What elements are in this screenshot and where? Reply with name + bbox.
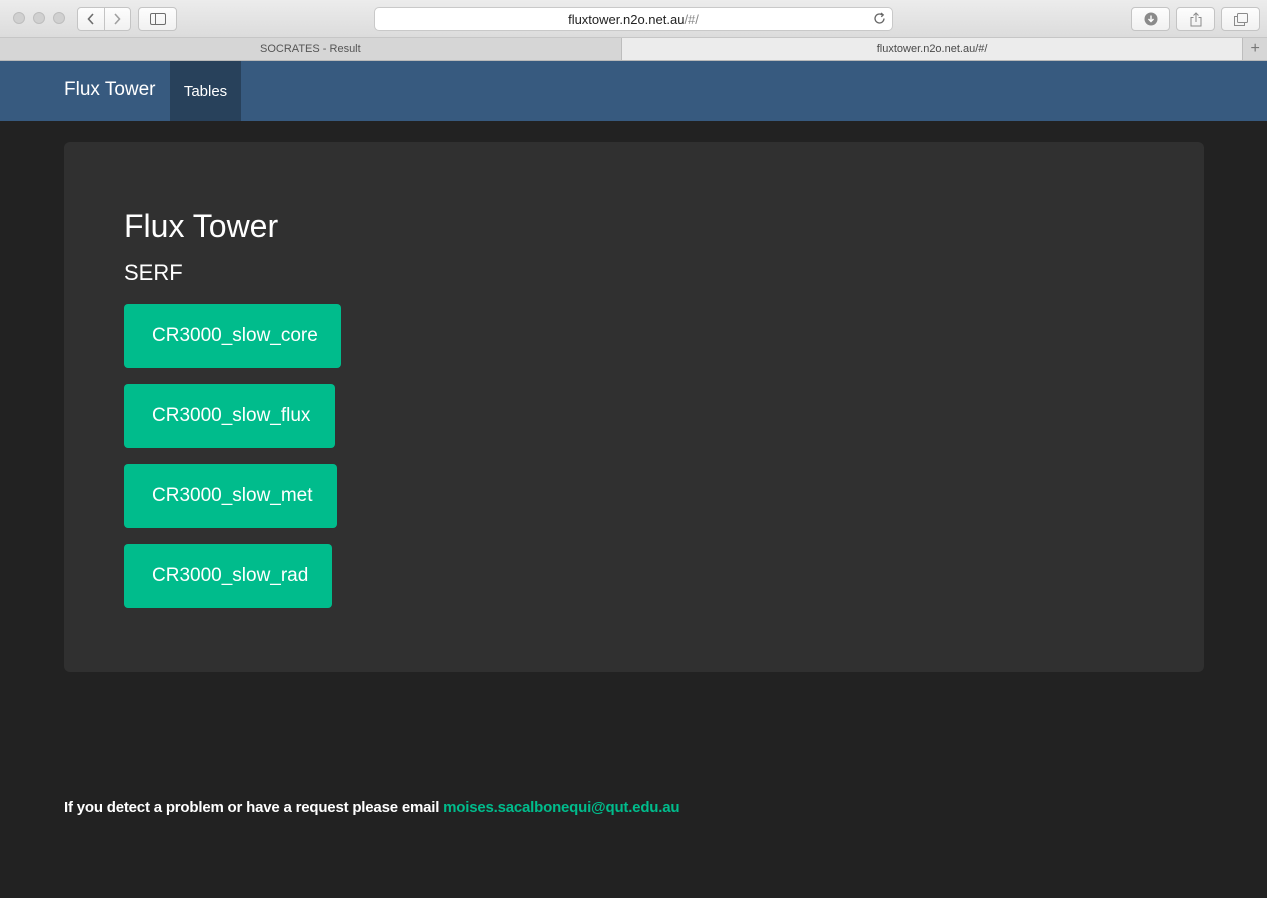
table-button-slow-core[interactable]: CR3000_slow_core	[124, 304, 341, 368]
chevron-left-icon	[87, 13, 94, 25]
nav-item-tables[interactable]: Tables	[170, 61, 241, 121]
history-navigation	[77, 7, 131, 31]
footer-text: If you detect a problem or have a reques…	[64, 799, 444, 816]
minimize-window-button[interactable]	[33, 12, 45, 24]
table-button-slow-met[interactable]: CR3000_slow_met	[124, 464, 337, 528]
reload-icon[interactable]	[873, 12, 886, 28]
share-button[interactable]	[1176, 7, 1215, 31]
sidebar-icon	[149, 13, 166, 25]
tab-title: fluxtower.n2o.net.au/#/	[876, 43, 988, 55]
page-title: Flux Tower	[124, 208, 279, 244]
footer-note: If you detect a problem or have a reques…	[64, 799, 680, 816]
tab-title: SOCRATES - Result	[260, 43, 361, 55]
tabs-overview-button[interactable]	[1221, 7, 1260, 31]
close-window-button[interactable]	[13, 12, 25, 24]
address-bar[interactable]: fluxtower.n2o.net.au/#/	[374, 7, 893, 31]
navbar-brand[interactable]: Flux Tower	[64, 79, 156, 101]
content-panel: Flux Tower SERF CR3000_slow_core CR3000_…	[64, 142, 1204, 672]
new-tab-button[interactable]: +	[1243, 38, 1267, 60]
site-subtitle: SERF	[124, 260, 183, 285]
site-navbar: Flux Tower Tables	[0, 61, 1267, 121]
downloads-button[interactable]	[1131, 7, 1170, 31]
zoom-window-button[interactable]	[53, 12, 65, 24]
share-icon	[1190, 11, 1201, 26]
browser-toolbar: fluxtower.n2o.net.au/#/	[0, 0, 1267, 38]
tab-bar: SOCRATES - Result fluxtower.n2o.net.au/#…	[0, 38, 1267, 61]
chevron-right-icon	[114, 13, 121, 25]
table-button-slow-rad[interactable]: CR3000_slow_rad	[124, 544, 332, 608]
url-host: fluxtower.n2o.net.au	[568, 11, 685, 27]
sidebar-toggle-button[interactable]	[138, 7, 177, 31]
tab-fluxtower[interactable]: fluxtower.n2o.net.au/#/	[621, 38, 1244, 60]
url-path: /#/	[684, 11, 699, 27]
forward-button[interactable]	[103, 8, 131, 30]
plus-icon: +	[1250, 40, 1260, 57]
download-icon	[1144, 12, 1157, 26]
contact-email-link[interactable]: moises.sacalbonequi@qut.edu.au	[443, 799, 679, 816]
tab-socrates-result[interactable]: SOCRATES - Result	[0, 38, 622, 60]
table-button-slow-flux[interactable]: CR3000_slow_flux	[124, 384, 335, 448]
tabs-icon	[1233, 12, 1248, 26]
back-button[interactable]	[78, 8, 104, 30]
